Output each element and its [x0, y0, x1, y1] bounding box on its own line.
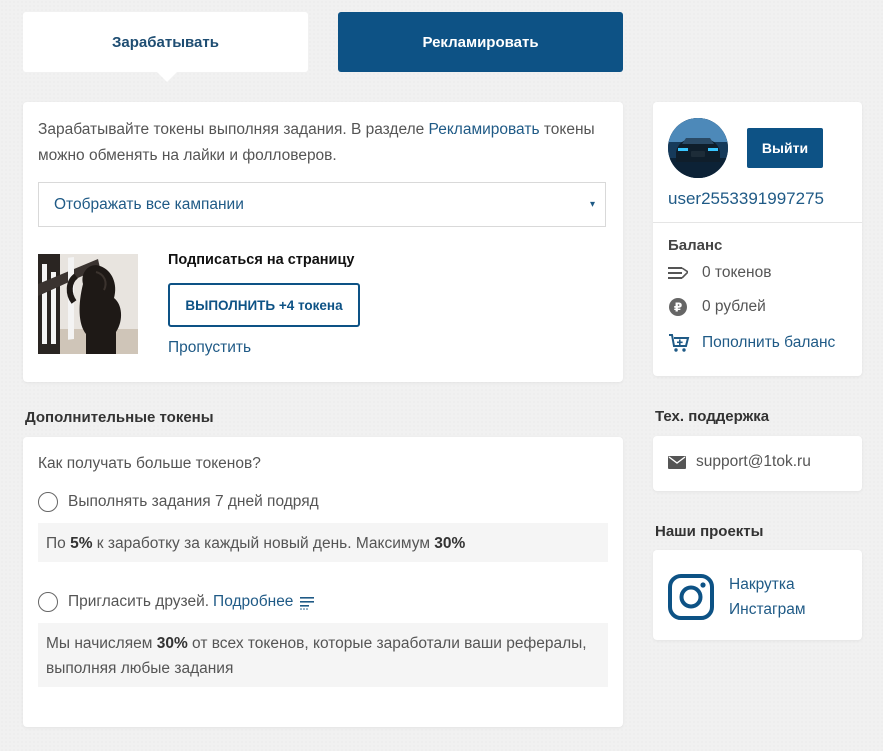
avatar[interactable] — [668, 118, 728, 178]
streak-option: Выполнять задания 7 дней подряд — [38, 492, 319, 512]
username[interactable]: user2553391997275 — [668, 189, 824, 209]
instagram-icon — [668, 574, 714, 620]
ruble-balance-value: 0 рублей — [702, 298, 766, 315]
more-link[interactable]: Подробнее — [213, 593, 293, 611]
advertise-link[interactable]: Рекламировать — [429, 121, 540, 138]
task-title: Подписаться на страницу — [168, 252, 355, 268]
complete-task-button[interactable]: ВЫПОЛНИТЬ +4 токена — [168, 283, 360, 327]
invite-radio[interactable] — [38, 592, 58, 612]
mail-icon — [668, 455, 696, 469]
ruble-icon: ₽ — [668, 297, 702, 317]
streak-label: Выполнять задания 7 дней подряд — [68, 493, 319, 510]
campaign-filter-select[interactable]: Отображать все кампании ▾ — [38, 182, 606, 227]
skip-link[interactable]: Пропустить — [168, 339, 251, 357]
projects-card: Накрутка Инстаграм — [653, 550, 862, 640]
list-icon — [299, 594, 315, 610]
balance-title: Баланс — [668, 237, 723, 254]
extra-tokens-heading: Дополнительные токены — [25, 409, 214, 426]
invite-note: Мы начисляем 30% от всех токенов, которы… — [38, 623, 608, 687]
tab-earn-label: Зарабатывать — [112, 33, 219, 51]
intro-text: Зарабатывайте токены выполняя задания. В… — [38, 121, 595, 164]
extra-tokens-card: Как получать больше токенов? Выполнять з… — [23, 437, 623, 727]
support-card: support@1tok.ru — [653, 436, 862, 491]
invite-option: Пригласить друзей. Подробнее — [38, 592, 315, 612]
support-email[interactable]: support@1tok.ru — [696, 453, 811, 471]
logout-button[interactable]: Выйти — [747, 128, 823, 168]
project-instagram[interactable]: Накрутка Инстаграм — [668, 572, 829, 622]
tab-advertise[interactable]: Рекламировать — [338, 12, 623, 72]
invite-label: Пригласить друзей. — [68, 593, 210, 610]
active-tab-pointer — [157, 72, 177, 82]
cart-plus-icon — [668, 333, 702, 353]
chevron-down-icon: ▾ — [589, 199, 595, 210]
topup-link[interactable]: Пополнить баланс — [702, 334, 835, 352]
task-thumbnail — [38, 254, 138, 354]
campaign-filter-value: Отображать все кампании — [54, 195, 244, 213]
token-balance-value: 0 токенов — [702, 264, 772, 281]
complete-task-label: ВЫПОЛНИТЬ +4 токена — [185, 297, 343, 313]
tokens-icon — [668, 266, 702, 280]
support-email-row: support@1tok.ru — [668, 453, 811, 471]
tab-earn[interactable]: Зарабатывать — [23, 12, 308, 82]
tab-advertise-label: Рекламировать — [422, 33, 539, 51]
logout-label: Выйти — [761, 140, 809, 156]
streak-note: По 5% к заработку за каждый новый день. … — [38, 523, 608, 562]
task-card: Зарабатывайте токены выполняя задания. В… — [23, 102, 623, 382]
projects-heading: Наши проекты — [655, 523, 764, 540]
user-card: Выйти user2553391997275 Баланс 0 токенов… — [653, 102, 862, 376]
divider — [653, 222, 862, 223]
streak-radio[interactable] — [38, 492, 58, 512]
project-instagram-label: Накрутка Инстаграм — [729, 576, 806, 618]
ruble-balance: ₽ 0 рублей — [668, 297, 766, 317]
token-balance: 0 токенов — [668, 264, 771, 282]
topup-row[interactable]: Пополнить баланс — [668, 333, 835, 353]
svg-text:₽: ₽ — [674, 301, 682, 315]
support-heading: Тех. поддержка — [655, 408, 770, 425]
extra-tokens-question: Как получать больше токенов? — [38, 455, 261, 472]
